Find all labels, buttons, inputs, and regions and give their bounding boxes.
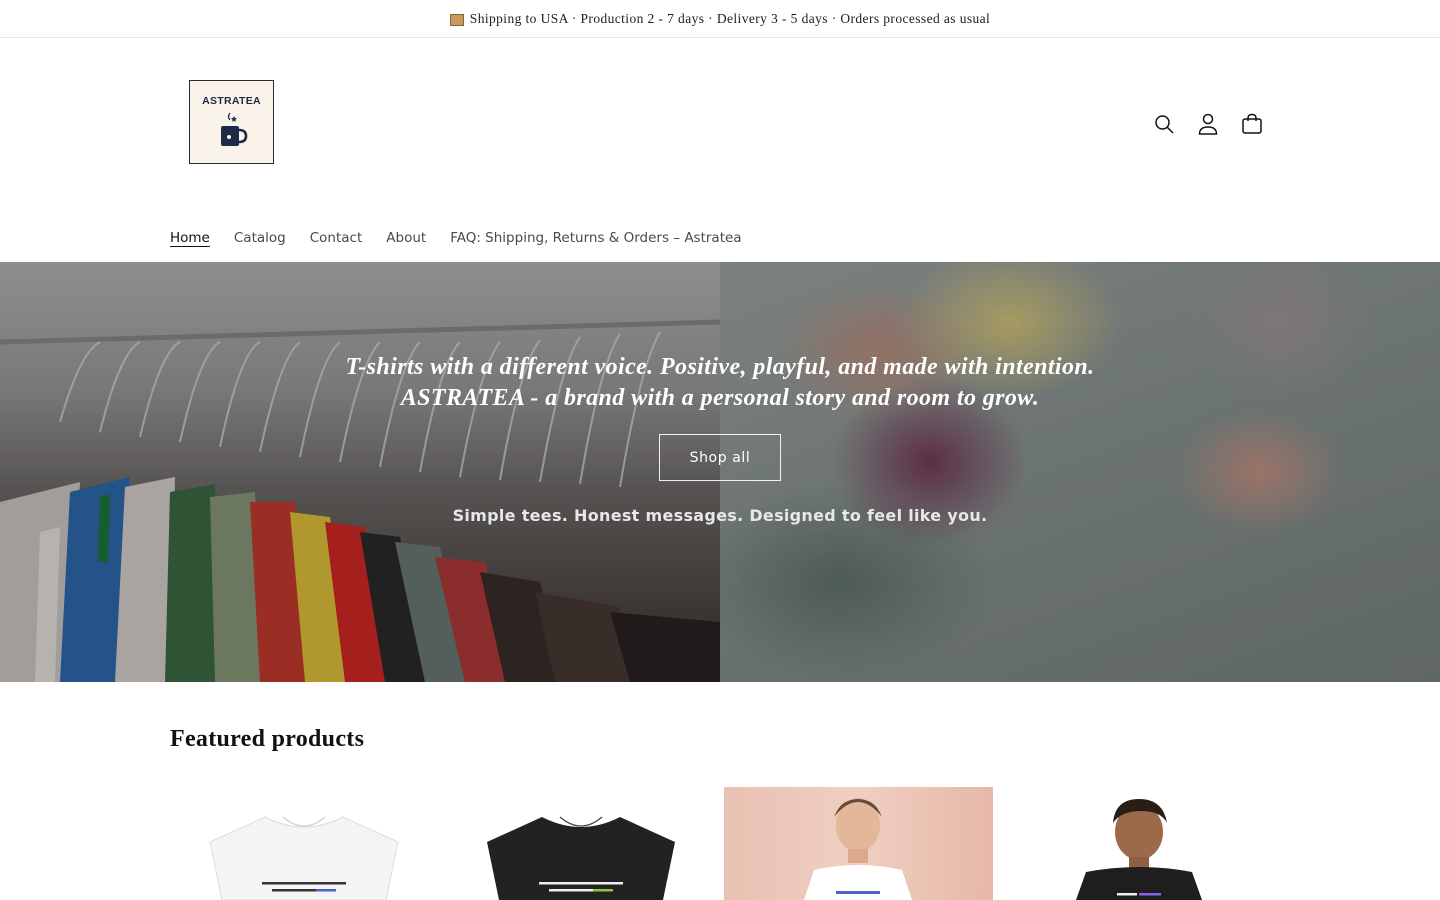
nav-item-faq[interactable]: FAQ: Shipping, Returns & Orders – Astrat… xyxy=(450,230,741,246)
model-man-image xyxy=(1076,799,1202,900)
hero-heading-line-2: ASTRATEA - a brand with a personal story… xyxy=(400,385,1040,411)
search-icon[interactable] xyxy=(1148,108,1180,140)
product-card[interactable] xyxy=(170,787,439,900)
package-icon xyxy=(449,13,464,26)
cart-icon[interactable] xyxy=(1236,108,1268,140)
product-card[interactable] xyxy=(447,787,716,900)
announcement-bar: Shipping to USA · Production 2 - 7 days … xyxy=(0,0,1440,38)
brand-logo[interactable]: ASTRATEA xyxy=(189,80,274,164)
mug-icon xyxy=(220,112,247,146)
hero-heading-line-1: T-shirts with a different voice. Positiv… xyxy=(345,354,1095,380)
announcement-text: Shipping to USA · Production 2 - 7 days … xyxy=(469,10,991,26)
nav-item-home[interactable]: Home xyxy=(170,230,210,246)
nav-item-contact[interactable]: Contact xyxy=(310,230,363,246)
hero-content: T-shirts with a different voice. Positiv… xyxy=(0,262,1440,682)
account-icon[interactable] xyxy=(1192,108,1224,140)
nav-item-about[interactable]: About xyxy=(386,230,426,246)
header-actions xyxy=(1148,108,1268,140)
hero-subheading: Simple tees. Honest messages. Designed t… xyxy=(452,506,988,525)
white-tshirt-image xyxy=(209,816,399,900)
model-woman-image xyxy=(804,798,912,900)
featured-products-title: Featured products xyxy=(170,726,365,752)
nav-item-catalog[interactable]: Catalog xyxy=(234,230,286,246)
shop-all-button[interactable]: Shop all xyxy=(659,434,781,481)
hero-banner: T-shirts with a different voice. Positiv… xyxy=(0,262,1440,682)
black-tshirt-image xyxy=(487,816,675,900)
product-card[interactable] xyxy=(724,787,993,900)
logo-text: ASTRATEA xyxy=(202,95,261,107)
main-nav: Home Catalog Contact About FAQ: Shipping… xyxy=(170,230,766,246)
product-card[interactable] xyxy=(1001,787,1270,900)
hero-heading: T-shirts with a different voice. Positiv… xyxy=(0,352,1440,414)
